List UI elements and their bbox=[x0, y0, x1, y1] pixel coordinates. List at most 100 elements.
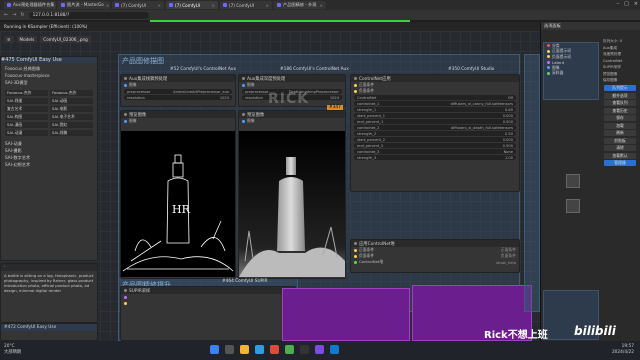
input-port-icon[interactable] bbox=[124, 301, 127, 305]
easy-use-style-node[interactable]: #475 ComfyUI Easy Use Fooocus 经典图像 Foooc… bbox=[0, 56, 98, 261]
view-history-button[interactable]: 查看历史 bbox=[604, 107, 636, 114]
easy-use-node-2[interactable]: #472 ComfyUI Easy Use bbox=[0, 323, 98, 341]
minimize-icon[interactable]: – bbox=[617, 1, 620, 7]
terminal-icon[interactable] bbox=[300, 345, 309, 354]
start-icon[interactable] bbox=[210, 345, 219, 354]
node-header[interactable]: · bbox=[1, 264, 97, 271]
queue-prompt-button[interactable]: 队列提示 bbox=[604, 85, 636, 91]
model-select[interactable]: ComfyUI_02306_.png bbox=[40, 36, 91, 43]
app-icon[interactable] bbox=[270, 345, 279, 354]
controlnet-select[interactable]: controlnet_3 None bbox=[354, 149, 516, 154]
node-input[interactable]: 负面条件 bbox=[351, 88, 519, 94]
browser-tab[interactable]: (7) ComfyUI × bbox=[112, 1, 164, 9]
collapse-icon[interactable] bbox=[354, 242, 357, 245]
list-item[interactable]: Fooocus-masterpiece bbox=[5, 72, 93, 79]
forward-icon[interactable]: → bbox=[12, 12, 16, 18]
list-item[interactable]: SAI-幻想艺术 bbox=[5, 161, 93, 168]
input-port-icon[interactable] bbox=[354, 260, 357, 264]
close-icon[interactable]: × bbox=[211, 3, 215, 8]
system-clock[interactable]: 19:57 2024/4/22 bbox=[612, 344, 634, 356]
weather-widget[interactable]: 20°C 大部晴朗 bbox=[4, 344, 21, 356]
style-button[interactable]: Fooocus-杰作 bbox=[50, 90, 93, 96]
url-input[interactable]: 127.0.0.1:8188/? bbox=[28, 11, 149, 19]
reload-icon[interactable]: ↻ bbox=[20, 12, 24, 18]
controlnet-stack-node[interactable]: ControlNet应用 正面条件 负面条件 ControlNet Off con… bbox=[350, 74, 520, 192]
node-input[interactable]: ControlNet堆 show_help bbox=[351, 259, 519, 265]
node-header[interactable]: 预览图像 bbox=[239, 111, 345, 118]
style-button[interactable]: 复古艺术 bbox=[5, 106, 48, 112]
style-button[interactable]: SAI-电影 bbox=[50, 106, 93, 112]
controlnet-select[interactable]: controlnet_2 diffusers_xl_depth_full.safe… bbox=[354, 125, 516, 130]
apply-controlnet-node[interactable]: 应用ControlNet堆 正面条件 正面条件 负面条件 负面条件 ControlN… bbox=[350, 239, 520, 273]
node-input[interactable]: 图像 bbox=[239, 82, 345, 88]
file-explorer-icon[interactable] bbox=[240, 345, 249, 354]
style-button[interactable]: SAI-电子艺术 bbox=[50, 114, 93, 120]
style-button[interactable]: SAI-动漫 bbox=[5, 130, 48, 136]
view-queue-button[interactable]: 查看队列 bbox=[604, 100, 636, 106]
node-header[interactable]: Aux集成深度预处理 bbox=[239, 75, 345, 82]
list-item[interactable]: Fooocus 经典图像 bbox=[5, 65, 93, 72]
start-percent-stepper[interactable]: start_percent_2 0.000 bbox=[354, 137, 516, 142]
list-item[interactable]: SAI-动漫 bbox=[5, 140, 93, 147]
collapse-icon[interactable] bbox=[242, 77, 245, 80]
node-header[interactable]: 应用ControlNet堆 bbox=[351, 240, 519, 247]
input-port-icon[interactable] bbox=[354, 89, 357, 93]
workflow-canvas[interactable]: ≡ Models ComfyUI_02306_.png #475 ComfyUI… bbox=[0, 31, 540, 341]
save-button[interactable]: 保存 bbox=[604, 115, 636, 121]
node-input[interactable] bbox=[121, 300, 295, 306]
refresh-button[interactable]: 刷新 bbox=[604, 130, 636, 136]
node-header[interactable]: 预览图像 bbox=[121, 111, 235, 118]
browser-tab[interactable]: 产品图精修 - 外观 × bbox=[274, 1, 326, 9]
queue-item[interactable]: SUPIR采样 bbox=[601, 65, 639, 71]
close-icon[interactable]: × bbox=[319, 3, 323, 8]
node-input[interactable]: 图像 bbox=[121, 82, 235, 88]
node-group-right[interactable] bbox=[524, 54, 540, 312]
app-icon[interactable] bbox=[330, 345, 339, 354]
end-percent-stepper[interactable]: end_percent_2 0.500 bbox=[354, 143, 516, 148]
list-item[interactable]: SAI-摄影 bbox=[5, 147, 93, 154]
queue-item[interactable]: 深度预处理 bbox=[601, 52, 639, 58]
controlnet-toggle[interactable]: ControlNet Off bbox=[354, 95, 516, 100]
style-button[interactable]: Fooocus-杰作 bbox=[5, 90, 48, 96]
edge-icon[interactable] bbox=[255, 345, 264, 354]
input-port-icon[interactable] bbox=[242, 119, 245, 123]
style-button[interactable]: SAI-漫画 bbox=[5, 122, 48, 128]
load-button[interactable]: 加载 bbox=[604, 122, 636, 129]
browser-tab[interactable]: 图片流 - MasterGo × bbox=[58, 1, 110, 9]
queue-item[interactable]: ControlNet bbox=[601, 59, 639, 65]
input-port-icon[interactable] bbox=[242, 83, 245, 87]
collapse-icon[interactable] bbox=[124, 77, 127, 80]
clear-button[interactable]: 清除 bbox=[604, 145, 636, 151]
node-input[interactable]: 图像 bbox=[121, 118, 235, 124]
node-header[interactable]: SUPIR采样 bbox=[121, 287, 295, 294]
extra-options-button[interactable]: 额外选项 bbox=[604, 92, 636, 99]
style-button[interactable]: SAI-构图 bbox=[5, 114, 48, 120]
list-item[interactable]: SAI-3D模型 bbox=[5, 79, 93, 86]
style-button[interactable]: SAI-霓虹 bbox=[50, 122, 93, 128]
input-port-icon[interactable] bbox=[354, 83, 357, 87]
strength-stepper[interactable]: strength_1 0.60 bbox=[354, 107, 516, 112]
collapse-icon[interactable] bbox=[124, 289, 127, 292]
close-window-icon[interactable]: × bbox=[634, 1, 638, 7]
manager-button[interactable]: 管理器 bbox=[604, 160, 636, 166]
input-port-icon[interactable] bbox=[354, 254, 357, 258]
aux-lineart-node[interactable]: Aux集成线稿预处理 图像 preprocessor AnimeLineArtPr… bbox=[120, 74, 236, 107]
maximize-icon[interactable]: □ bbox=[624, 1, 629, 7]
collapse-icon[interactable] bbox=[242, 113, 245, 116]
style-button[interactable]: SAI-线描 bbox=[5, 98, 48, 104]
end-percent-stepper[interactable]: end_percent_1 0.500 bbox=[354, 119, 516, 124]
close-icon[interactable]: × bbox=[265, 3, 269, 8]
thumbnail-image[interactable] bbox=[566, 174, 580, 188]
prompt-textarea[interactable]: A bottle is sitting on a log, theophanic… bbox=[1, 271, 97, 295]
input-port-icon[interactable] bbox=[354, 248, 357, 252]
node-input[interactable]: 图像 bbox=[239, 118, 345, 124]
input-port-icon[interactable] bbox=[124, 295, 127, 299]
collapse-icon[interactable] bbox=[354, 77, 357, 80]
app-icon[interactable] bbox=[315, 345, 324, 354]
sidebar-item[interactable]: 采样器 bbox=[544, 70, 598, 77]
node-header[interactable]: Aux集成线稿预处理 bbox=[121, 75, 235, 82]
queue-item[interactable]: 保存图像 bbox=[601, 78, 639, 84]
node-header[interactable]: #472 ComfyUI Easy Use bbox=[1, 324, 97, 331]
node-header[interactable]: ControlNet应用 bbox=[351, 75, 519, 82]
style-button[interactable]: SAI-线稿 bbox=[50, 130, 93, 136]
